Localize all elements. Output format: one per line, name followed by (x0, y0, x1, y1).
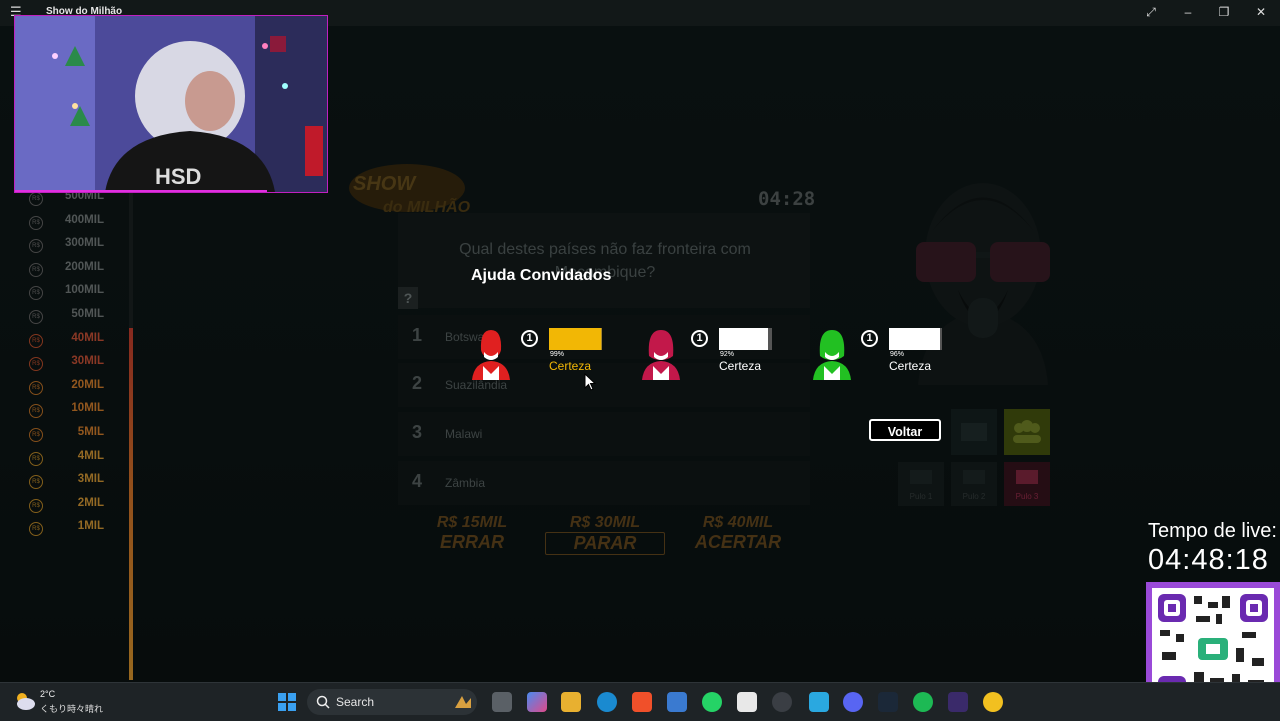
certainty-label: Certeza (889, 359, 932, 373)
webcam-accent-line (15, 190, 267, 192)
answer-badge: 1 (521, 330, 538, 347)
mouse-cursor-icon (584, 373, 596, 391)
search-label: Search (336, 695, 375, 709)
guest-2-avatar-icon (642, 330, 680, 380)
microsoft-store-icon[interactable] (667, 692, 687, 712)
file-explorer-icon[interactable] (561, 692, 581, 712)
discord-icon[interactable] (843, 692, 863, 712)
search-highlight-icon (455, 696, 471, 708)
streamer-image: HSD (15, 16, 327, 192)
help-overlay-title: Ajuda Convidados (471, 267, 612, 284)
weather-cloud-icon (17, 693, 35, 710)
certainty-percent: 96% (890, 351, 905, 358)
guest-1-avatar-icon (472, 330, 510, 380)
edge-browser-icon[interactable] (597, 692, 617, 712)
webcam-feed: HSD (14, 15, 328, 193)
weather-temperature: 2°C (40, 689, 56, 699)
steam-icon[interactable] (878, 692, 898, 712)
guest-2-response: 1 92% Certeza (691, 328, 781, 380)
guest-1-response: 1 99% Certeza (521, 328, 611, 380)
live-time-value: 04:48:18 (1148, 544, 1269, 576)
weather-description: くもり時々晴れ (40, 704, 104, 714)
guest-3-response: 1 96% Certeza (861, 328, 951, 380)
certainty-percent: 92% (720, 351, 735, 358)
windows-start-icon[interactable] (277, 692, 297, 712)
minimize-button[interactable]: – (1180, 4, 1196, 20)
certainty-bar (549, 328, 602, 350)
maximize-button[interactable]: ❐ (1216, 4, 1232, 20)
telegram-icon[interactable] (809, 692, 829, 712)
task-view-icon[interactable] (492, 692, 512, 712)
answer-badge: 1 (861, 330, 878, 347)
spotify-icon[interactable] (913, 692, 933, 712)
answer-badge: 1 (691, 330, 708, 347)
certainty-label: Certeza (719, 359, 762, 373)
close-button[interactable]: ✕ (1253, 4, 1269, 20)
svg-text:HSD: HSD (155, 164, 201, 189)
certainty-label: Certeza (549, 359, 592, 373)
app-icon[interactable] (772, 692, 792, 712)
certainty-bar (889, 328, 942, 350)
app-purple-icon[interactable] (948, 692, 968, 712)
taskbar-search[interactable]: Search (307, 689, 477, 715)
certainty-bar (719, 328, 772, 350)
brave-browser-icon[interactable] (632, 692, 652, 712)
guest-3-avatar-icon (813, 330, 851, 380)
taskbar: 2°C くもり時々晴れ Search (0, 682, 1280, 721)
obs-icon[interactable] (737, 692, 757, 712)
back-button[interactable]: Voltar (869, 419, 941, 441)
show-do-milhao-app-icon[interactable] (983, 692, 1003, 712)
weather-widget[interactable]: 2°C くもり時々晴れ (14, 688, 114, 716)
copilot-icon[interactable] (527, 692, 547, 712)
live-time-label: Tempo de live: (1148, 520, 1277, 542)
certainty-percent: 99% (550, 351, 565, 358)
search-icon (316, 695, 330, 709)
fullscreen-icon[interactable]: ⤢ (1143, 4, 1159, 20)
whatsapp-icon[interactable] (702, 692, 722, 712)
